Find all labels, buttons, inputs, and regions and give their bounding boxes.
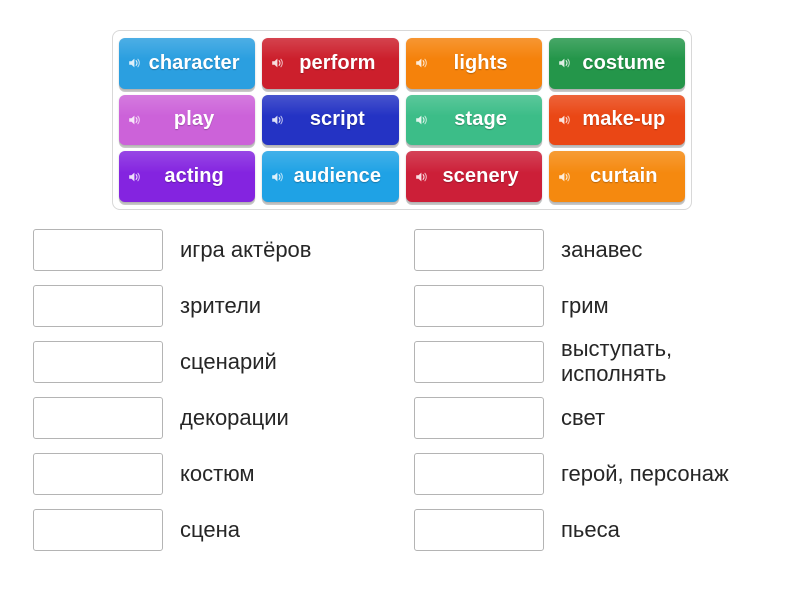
word-tile[interactable]: make-up xyxy=(548,94,685,146)
word-tile[interactable]: lights xyxy=(405,38,542,89)
word-tile-label: play xyxy=(173,108,215,131)
speaker-icon[interactable] xyxy=(415,113,429,127)
word-tile-label: stage xyxy=(454,108,507,131)
answer-row: герой, персонаж xyxy=(414,446,800,502)
answer-translation-text: свет xyxy=(561,404,606,430)
answer-translation-text: выступать, исполнять xyxy=(561,336,673,386)
answer-column-right: занавес грим выступать, исполнять свет герой… xyxy=(400,222,800,558)
word-tile[interactable]: perform xyxy=(262,38,399,89)
speaker-icon[interactable] xyxy=(128,170,142,184)
answer-translation-text: костюм xyxy=(180,460,255,486)
answer-drop-box[interactable] xyxy=(414,397,544,439)
answer-row: выступать, исполнять xyxy=(414,334,800,390)
answer-row: свет xyxy=(414,390,800,446)
answer-row: пьеса xyxy=(414,502,800,558)
answer-translation-text: герой, персонаж xyxy=(561,460,729,486)
answer-drop-box[interactable] xyxy=(33,285,163,327)
answer-translation-text: пьеса xyxy=(561,516,620,542)
word-tile-label: lights xyxy=(453,51,508,74)
word-tile-label: perform xyxy=(299,51,376,74)
word-tile-label: script xyxy=(309,108,365,131)
speaker-icon[interactable] xyxy=(415,170,429,184)
word-tile-label: curtain xyxy=(590,165,658,188)
answer-row: игра актёров xyxy=(33,222,400,278)
answer-drop-box[interactable] xyxy=(33,453,163,495)
word-tile-label: scenery xyxy=(442,165,519,188)
word-tile-label: audience xyxy=(293,165,382,188)
answer-drop-box[interactable] xyxy=(414,453,544,495)
answer-drop-box[interactable] xyxy=(414,285,544,327)
answer-drop-box[interactable] xyxy=(414,229,544,271)
word-tile[interactable]: acting xyxy=(119,151,256,202)
word-tile[interactable]: play xyxy=(119,94,256,146)
answer-row: зрители xyxy=(33,278,400,334)
answer-translation-text: декорации xyxy=(180,404,289,430)
speaker-icon[interactable] xyxy=(558,170,572,184)
word-tile[interactable]: curtain xyxy=(548,151,685,202)
answer-translation-text: сценарий xyxy=(180,348,277,374)
answer-drop-box[interactable] xyxy=(33,229,163,271)
word-tile-grid: character perform lights costume play script s… xyxy=(119,38,685,202)
answer-row: сцена xyxy=(33,502,400,558)
word-tile-label: character xyxy=(148,51,240,74)
answer-row: декорации xyxy=(33,390,400,446)
answer-drop-box[interactable] xyxy=(33,397,163,439)
answer-drop-box[interactable] xyxy=(414,509,544,551)
answer-row: занавес xyxy=(414,222,800,278)
word-tile[interactable]: character xyxy=(119,38,256,89)
answer-translation-text: сцена xyxy=(180,516,240,542)
answer-translation-text: зрители xyxy=(180,292,262,318)
answer-row: сценарий xyxy=(33,334,400,390)
answer-drop-box[interactable] xyxy=(414,341,544,383)
answer-drop-box[interactable] xyxy=(33,509,163,551)
word-tile-label: costume xyxy=(582,51,666,74)
word-tile[interactable]: stage xyxy=(405,94,542,146)
word-bank-panel: character perform lights costume play script s… xyxy=(112,30,692,210)
answer-translation-text: занавес xyxy=(561,236,643,262)
speaker-icon[interactable] xyxy=(271,56,285,70)
matching-exercise-page: character perform lights costume play script s… xyxy=(0,0,800,600)
answer-translation-text: грим xyxy=(561,292,609,318)
word-tile[interactable]: costume xyxy=(548,38,685,89)
answer-row: костюм xyxy=(33,446,400,502)
speaker-icon[interactable] xyxy=(271,113,285,127)
answer-drop-box[interactable] xyxy=(33,341,163,383)
word-tile[interactable]: script xyxy=(262,94,399,146)
word-tile-label: acting xyxy=(164,165,224,188)
answer-column-left: игра актёров зрители сценарий декорации кост… xyxy=(0,222,400,558)
word-tile[interactable]: audience xyxy=(262,151,399,202)
answer-row: грим xyxy=(414,278,800,334)
word-tile-label: make-up xyxy=(582,108,666,131)
answer-columns: игра актёров зрители сценарий декорации кост… xyxy=(0,222,800,558)
answer-translation-text: игра актёров xyxy=(180,236,312,262)
speaker-icon[interactable] xyxy=(415,56,429,70)
word-tile[interactable]: scenery xyxy=(405,151,542,202)
speaker-icon[interactable] xyxy=(128,113,142,127)
